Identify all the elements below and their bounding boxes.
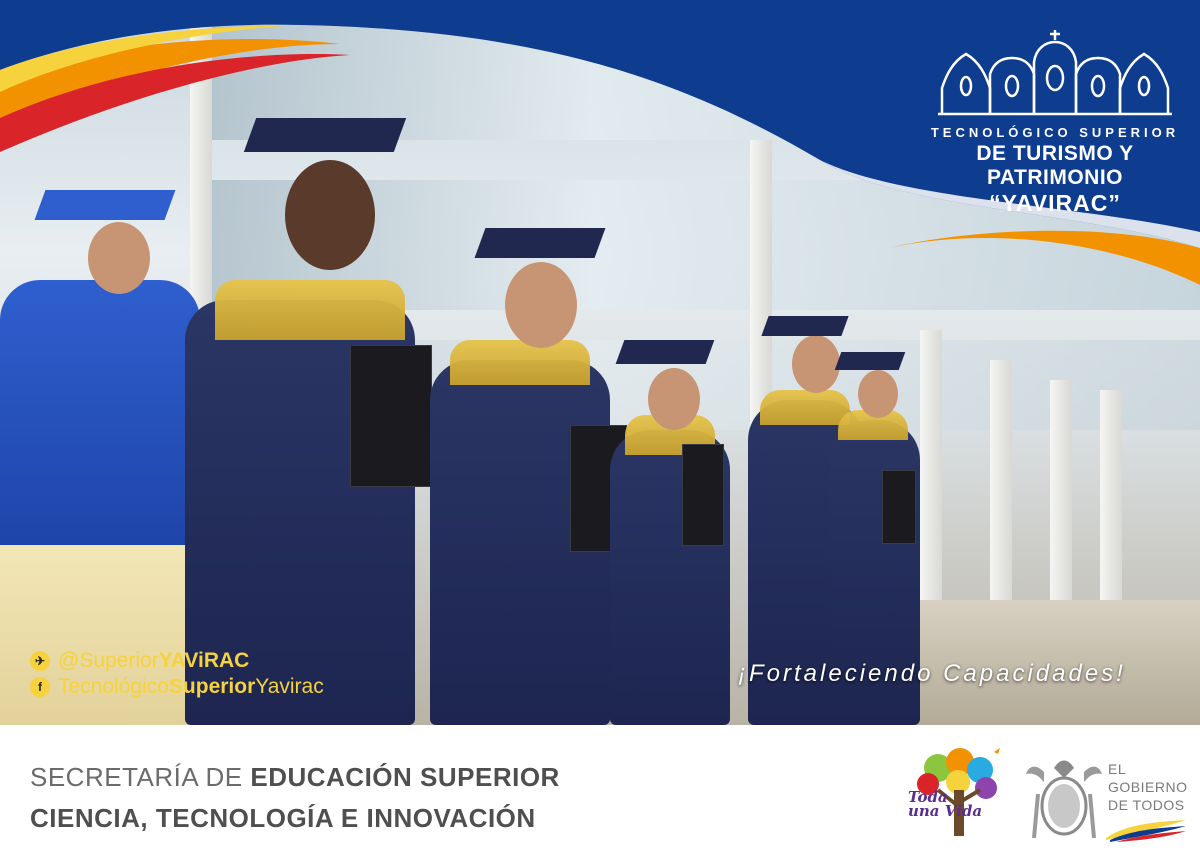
secretaria-line-1: SECRETARÍA DE EDUCACIÓN SUPERIOR: [30, 762, 560, 793]
slogan: ¡Fortaleciendo Capacidades!: [738, 660, 1126, 687]
secretaria-line-2: CIENCIA, TECNOLOGÍA E INNOVACIÓN: [30, 803, 536, 833]
facebook-handle[interactable]: f Tecnológico Superior Yavirac: [30, 674, 324, 700]
arch-logo-icon: [938, 30, 1172, 116]
ecuador-coat-of-arms-icon: [1026, 760, 1102, 839]
face: [88, 222, 150, 294]
face: [858, 370, 898, 418]
twitter-bold: YAViRAC: [158, 649, 250, 672]
diploma-folder: [682, 444, 724, 546]
cap: [761, 316, 849, 336]
toda-una-vida-text: Toda una Vida: [908, 790, 1006, 830]
face: [792, 335, 840, 393]
cap: [474, 228, 606, 258]
face: [505, 262, 577, 348]
logo-line-3: “YAVIRAC”: [989, 190, 1121, 216]
stole: [215, 280, 405, 340]
gov-line-3: DE TODOS: [1108, 797, 1185, 813]
twitter-prefix: @Superior: [58, 649, 159, 672]
tree-text-3: Vida: [944, 802, 983, 820]
tree-text-2: una: [908, 802, 940, 820]
pillar: [1100, 390, 1122, 610]
social-handles: ✈ @Superior YAViRAC f Tecnológico Superior…: [30, 648, 324, 700]
stole: [760, 390, 850, 425]
cap: [34, 190, 176, 220]
logo-line-1: TECNOLÓGICO SUPERIOR: [930, 125, 1180, 140]
gov-line-2: GOBIERNO: [1108, 779, 1188, 795]
facebook-icon: f: [30, 677, 50, 697]
twitter-handle[interactable]: ✈ @Superior YAViRAC: [30, 648, 324, 674]
flag-swoosh-icon: [1106, 820, 1186, 842]
diploma-folder: [882, 470, 916, 544]
pillar: [920, 330, 942, 630]
diploma-folder: [350, 345, 432, 487]
gown: [0, 280, 200, 550]
cap: [615, 340, 715, 364]
yavirac-logo: TECNOLÓGICO SUPERIOR DE TURISMO Y PATRIM…: [930, 28, 1180, 217]
face: [285, 160, 375, 270]
face: [648, 368, 700, 430]
facebook-suffix: Yavirac: [255, 675, 324, 698]
pillar: [1050, 380, 1072, 620]
logo-line-2: DE TURISMO Y PATRIMONIO: [976, 142, 1134, 189]
cap: [834, 352, 906, 370]
secretaria-bold: EDUCACIÓN SUPERIOR: [250, 762, 560, 792]
facebook-bold: Superior: [168, 675, 256, 698]
pillar: [990, 360, 1012, 620]
footer: [0, 725, 1200, 868]
twitter-icon: ✈: [30, 651, 50, 671]
cap: [243, 118, 407, 152]
secretaria-light: SECRETARÍA DE: [30, 762, 251, 792]
stole: [450, 340, 590, 385]
facebook-prefix: Tecnológico: [58, 675, 169, 698]
gobierno-de-todos: EL GOBIERNO DE TODOS: [1108, 760, 1187, 814]
gov-line-1: EL: [1108, 761, 1127, 777]
